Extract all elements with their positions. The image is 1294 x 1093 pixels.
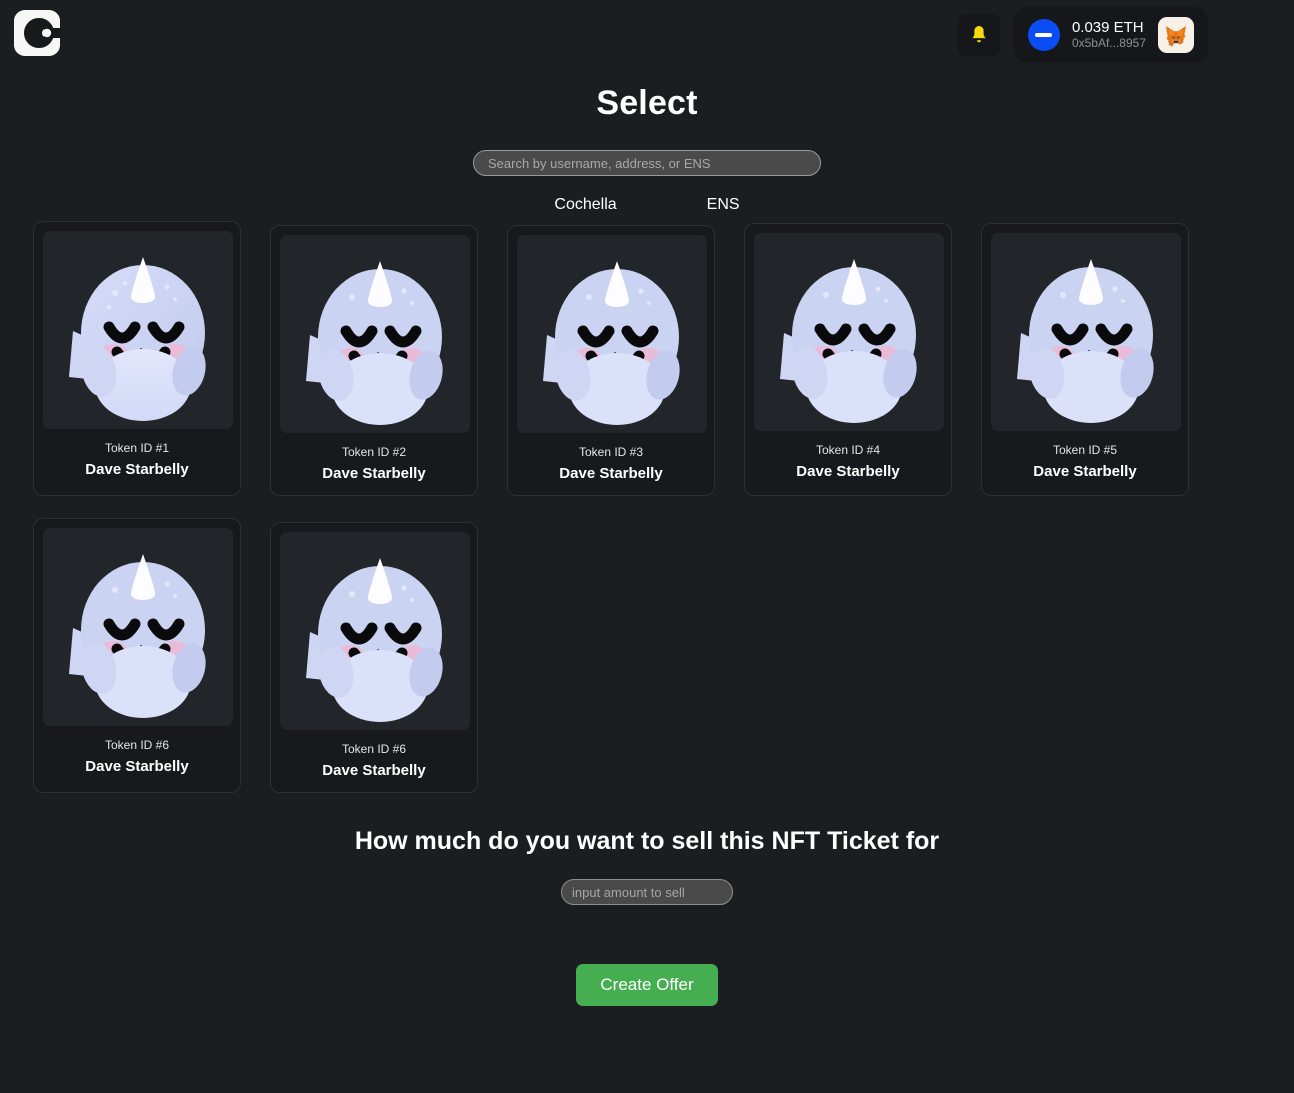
cta-wrap: Create Offer bbox=[0, 964, 1294, 1006]
card-token-name: Dave Starbelly bbox=[559, 465, 663, 482]
card-token-id: Token ID #2 bbox=[341, 445, 407, 459]
narwhal-nft-icon bbox=[43, 528, 233, 726]
nft-token-grid: Token ID #1 Dave Starbelly Token ID #2 D… bbox=[33, 221, 1261, 793]
card-token-name: Dave Starbelly bbox=[322, 762, 426, 779]
bell-icon bbox=[972, 26, 986, 43]
nft-card[interactable]: Token ID #3 Dave Starbelly bbox=[507, 225, 715, 496]
narwhal-nft-icon bbox=[280, 532, 470, 730]
nft-card[interactable]: Token ID #2 Dave Starbelly bbox=[270, 225, 478, 496]
sell-heading: How much do you want to sell this NFT Ti… bbox=[354, 827, 940, 855]
card-token-id: Token ID #4 bbox=[815, 443, 881, 457]
nft-card[interactable]: Token ID #1 Dave Starbelly bbox=[33, 221, 241, 496]
sell-amount-input[interactable] bbox=[561, 879, 733, 905]
nft-card[interactable]: Token ID #5 Dave Starbelly bbox=[981, 223, 1189, 496]
wallet-address: 0x5bAf...8957 bbox=[1071, 35, 1146, 50]
card-token-id: Token ID #6 bbox=[341, 742, 407, 756]
create-offer-button[interactable]: Create Offer bbox=[576, 964, 718, 1006]
result-column-labels: Cochella ENS bbox=[0, 196, 1294, 214]
card-token-id: Token ID #1 bbox=[104, 441, 170, 455]
card-token-id: Token ID #3 bbox=[578, 445, 644, 459]
app-header: 0.039 ETH 0x5bAf...8957 bbox=[0, 0, 1294, 70]
cochella-logo-icon[interactable] bbox=[14, 10, 60, 56]
card-token-name: Dave Starbelly bbox=[1033, 463, 1137, 480]
wallet-balance: 0.039 ETH bbox=[1071, 19, 1144, 37]
card-token-name: Dave Starbelly bbox=[85, 758, 189, 775]
card-token-name: Dave Starbelly bbox=[85, 461, 189, 478]
narwhal-nft-icon bbox=[517, 235, 707, 433]
card-token-name: Dave Starbelly bbox=[322, 465, 426, 482]
narwhal-nft-icon bbox=[991, 233, 1181, 431]
metamask-fox-icon[interactable] bbox=[1158, 17, 1194, 53]
card-token-name: Dave Starbelly bbox=[796, 463, 900, 480]
amount-field-wrap bbox=[0, 879, 1294, 905]
page-title: Select bbox=[596, 84, 698, 122]
wallet-info: 0.039 ETH 0x5bAf...8957 bbox=[1072, 19, 1146, 50]
card-token-id: Token ID #5 bbox=[1052, 443, 1118, 457]
label-ens[interactable]: ENS bbox=[707, 196, 740, 214]
narwhal-nft-icon bbox=[43, 231, 233, 429]
nft-card[interactable]: Token ID #4 Dave Starbelly bbox=[744, 223, 952, 496]
label-cochella[interactable]: Cochella bbox=[554, 196, 616, 214]
narwhal-nft-icon bbox=[754, 233, 944, 431]
nft-card[interactable]: Token ID #6 Dave Starbelly bbox=[33, 518, 241, 793]
narwhal-nft-icon bbox=[280, 235, 470, 433]
search-input[interactable] bbox=[473, 150, 821, 176]
header-actions: 0.039 ETH 0x5bAf...8957 bbox=[957, 7, 1208, 63]
search-bar bbox=[0, 150, 1294, 176]
card-token-id: Token ID #6 bbox=[104, 738, 170, 752]
nft-card[interactable]: Token ID #6 Dave Starbelly bbox=[270, 522, 478, 793]
ethereum-chain-icon bbox=[1027, 19, 1060, 51]
wallet-pill[interactable]: 0.039 ETH 0x5bAf...8957 bbox=[1013, 7, 1208, 63]
notifications-button[interactable] bbox=[957, 14, 1000, 56]
